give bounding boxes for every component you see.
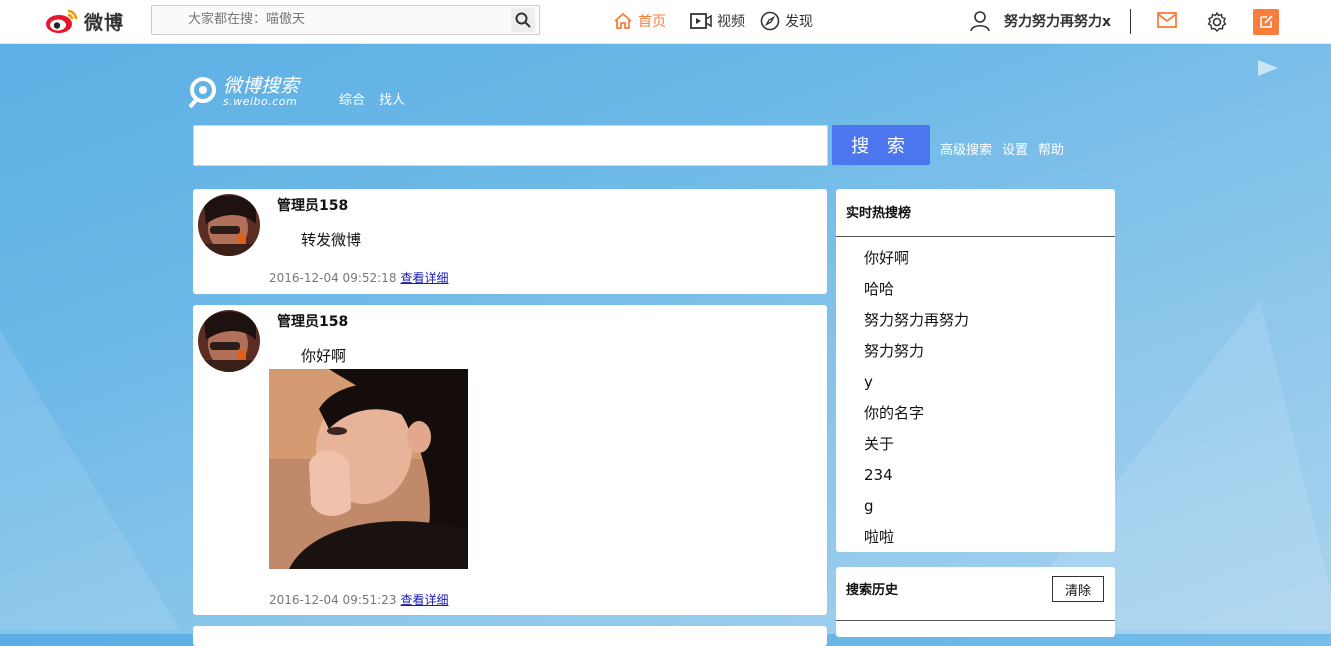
help-link[interactable]: 帮助 bbox=[1038, 139, 1064, 158]
compose-button[interactable] bbox=[1253, 9, 1279, 35]
background-shape bbox=[0, 330, 180, 630]
edit-icon bbox=[1260, 15, 1273, 28]
nav-discover[interactable]: 发现 bbox=[760, 11, 813, 31]
top-search-box bbox=[151, 5, 540, 35]
search-history-panel: 搜索历史 清除 bbox=[836, 567, 1115, 637]
hot-search-item[interactable]: g bbox=[864, 497, 969, 528]
nav-video[interactable]: 视频 bbox=[690, 11, 745, 31]
user-menu[interactable]: 努力努力再努力x bbox=[970, 10, 1111, 32]
tab-people[interactable]: 找人 bbox=[379, 89, 405, 108]
main-search-input[interactable] bbox=[194, 126, 827, 165]
background-arrow bbox=[1258, 60, 1278, 76]
divider bbox=[1130, 9, 1131, 34]
hot-search-title: 实时热搜榜 bbox=[846, 206, 912, 221]
nav-video-label: 视频 bbox=[717, 14, 745, 30]
feed-card: 管理员158 你好啊 2016-12-04 09:51:23 查看详细 bbox=[193, 305, 827, 615]
hot-search-item[interactable]: 努力努力 bbox=[864, 342, 969, 373]
hot-search-panel: 实时热搜榜 你好啊 哈哈 努力努力再努力 努力努力 y 你的名字 关于 234 … bbox=[836, 189, 1115, 552]
search-history-title: 搜索历史 bbox=[846, 583, 899, 598]
username: 努力努力再努力x bbox=[1004, 14, 1112, 30]
settings-button[interactable] bbox=[1206, 11, 1228, 37]
logo-text: 微博 bbox=[84, 11, 125, 34]
feed-card bbox=[193, 626, 827, 646]
hot-search-item[interactable]: 234 bbox=[864, 466, 969, 497]
post-image[interactable] bbox=[269, 369, 468, 569]
home-icon bbox=[614, 12, 632, 29]
post-text: 你好啊 bbox=[301, 347, 347, 365]
view-detail-link[interactable]: 查看详细 bbox=[400, 271, 448, 285]
search-logo-icon bbox=[188, 77, 216, 109]
post-author[interactable]: 管理员158 bbox=[277, 311, 348, 331]
search-logo-title: 微博搜索 bbox=[223, 75, 300, 97]
post-photo bbox=[269, 369, 468, 569]
post-meta: 2016-12-04 09:52:18 查看详细 bbox=[269, 269, 448, 286]
top-search-input[interactable] bbox=[152, 6, 518, 32]
clear-history-button[interactable]: 清除 bbox=[1052, 576, 1104, 602]
weibo-search-logo[interactable]: 微博搜索 s.weibo.com bbox=[188, 73, 304, 111]
avatar-image bbox=[198, 194, 260, 256]
avatar[interactable] bbox=[198, 194, 260, 256]
hot-search-item[interactable]: 哈哈 bbox=[864, 280, 969, 311]
tab-all[interactable]: 综合 bbox=[339, 89, 365, 108]
top-navbar: 微博 首页 视频 发现 bbox=[0, 0, 1331, 44]
post-text: 转发微博 bbox=[301, 231, 362, 249]
post-meta: 2016-12-04 09:51:23 查看详细 bbox=[269, 591, 448, 608]
main-search-field bbox=[193, 125, 828, 166]
search-tabs: 综合 找人 bbox=[339, 89, 405, 108]
feed-card: 管理员158 转发微博 2016-12-04 09:52:18 查看详细 bbox=[193, 189, 827, 294]
weibo-eye-icon bbox=[46, 9, 78, 33]
compass-icon bbox=[760, 11, 780, 31]
search-links: 高级搜索 设置 帮助 bbox=[940, 139, 1064, 158]
hot-search-list: 你好啊 哈哈 努力努力再努力 努力努力 y 你的名字 关于 234 g 啦啦 bbox=[864, 249, 969, 559]
nav-home-label: 首页 bbox=[638, 14, 666, 30]
settings-link[interactable]: 设置 bbox=[1002, 139, 1028, 158]
post-author[interactable]: 管理员158 bbox=[277, 195, 348, 215]
top-search-button[interactable] bbox=[511, 8, 535, 32]
avatar[interactable] bbox=[198, 310, 260, 372]
advanced-search-link[interactable]: 高级搜索 bbox=[940, 139, 992, 158]
message-button[interactable] bbox=[1157, 12, 1177, 32]
nav-discover-label: 发现 bbox=[785, 14, 813, 30]
post-time: 2016-12-04 09:52:18 bbox=[269, 271, 397, 285]
avatar-image bbox=[198, 310, 260, 372]
gear-icon bbox=[1207, 11, 1227, 32]
divider bbox=[836, 620, 1115, 621]
search-logo-subtitle: s.weibo.com bbox=[223, 95, 298, 108]
hot-search-item[interactable]: 努力努力再努力 bbox=[864, 311, 969, 342]
hot-search-item[interactable]: 你的名字 bbox=[864, 404, 969, 435]
hot-search-item[interactable]: 啦啦 bbox=[864, 528, 969, 559]
hot-search-item[interactable]: y bbox=[864, 373, 969, 404]
user-icon bbox=[970, 11, 990, 32]
hot-search-item[interactable]: 你好啊 bbox=[864, 249, 969, 280]
mail-icon bbox=[1157, 12, 1177, 28]
nav-home[interactable]: 首页 bbox=[613, 11, 666, 31]
weibo-logo[interactable]: 微博 bbox=[44, 5, 124, 37]
video-icon bbox=[690, 13, 712, 29]
view-detail-link[interactable]: 查看详细 bbox=[400, 593, 448, 607]
hot-search-item[interactable]: 关于 bbox=[864, 435, 969, 466]
post-time: 2016-12-04 09:51:23 bbox=[269, 593, 397, 607]
divider bbox=[836, 236, 1115, 237]
search-icon bbox=[515, 12, 531, 28]
main-search-button[interactable]: 搜 索 bbox=[832, 125, 930, 165]
